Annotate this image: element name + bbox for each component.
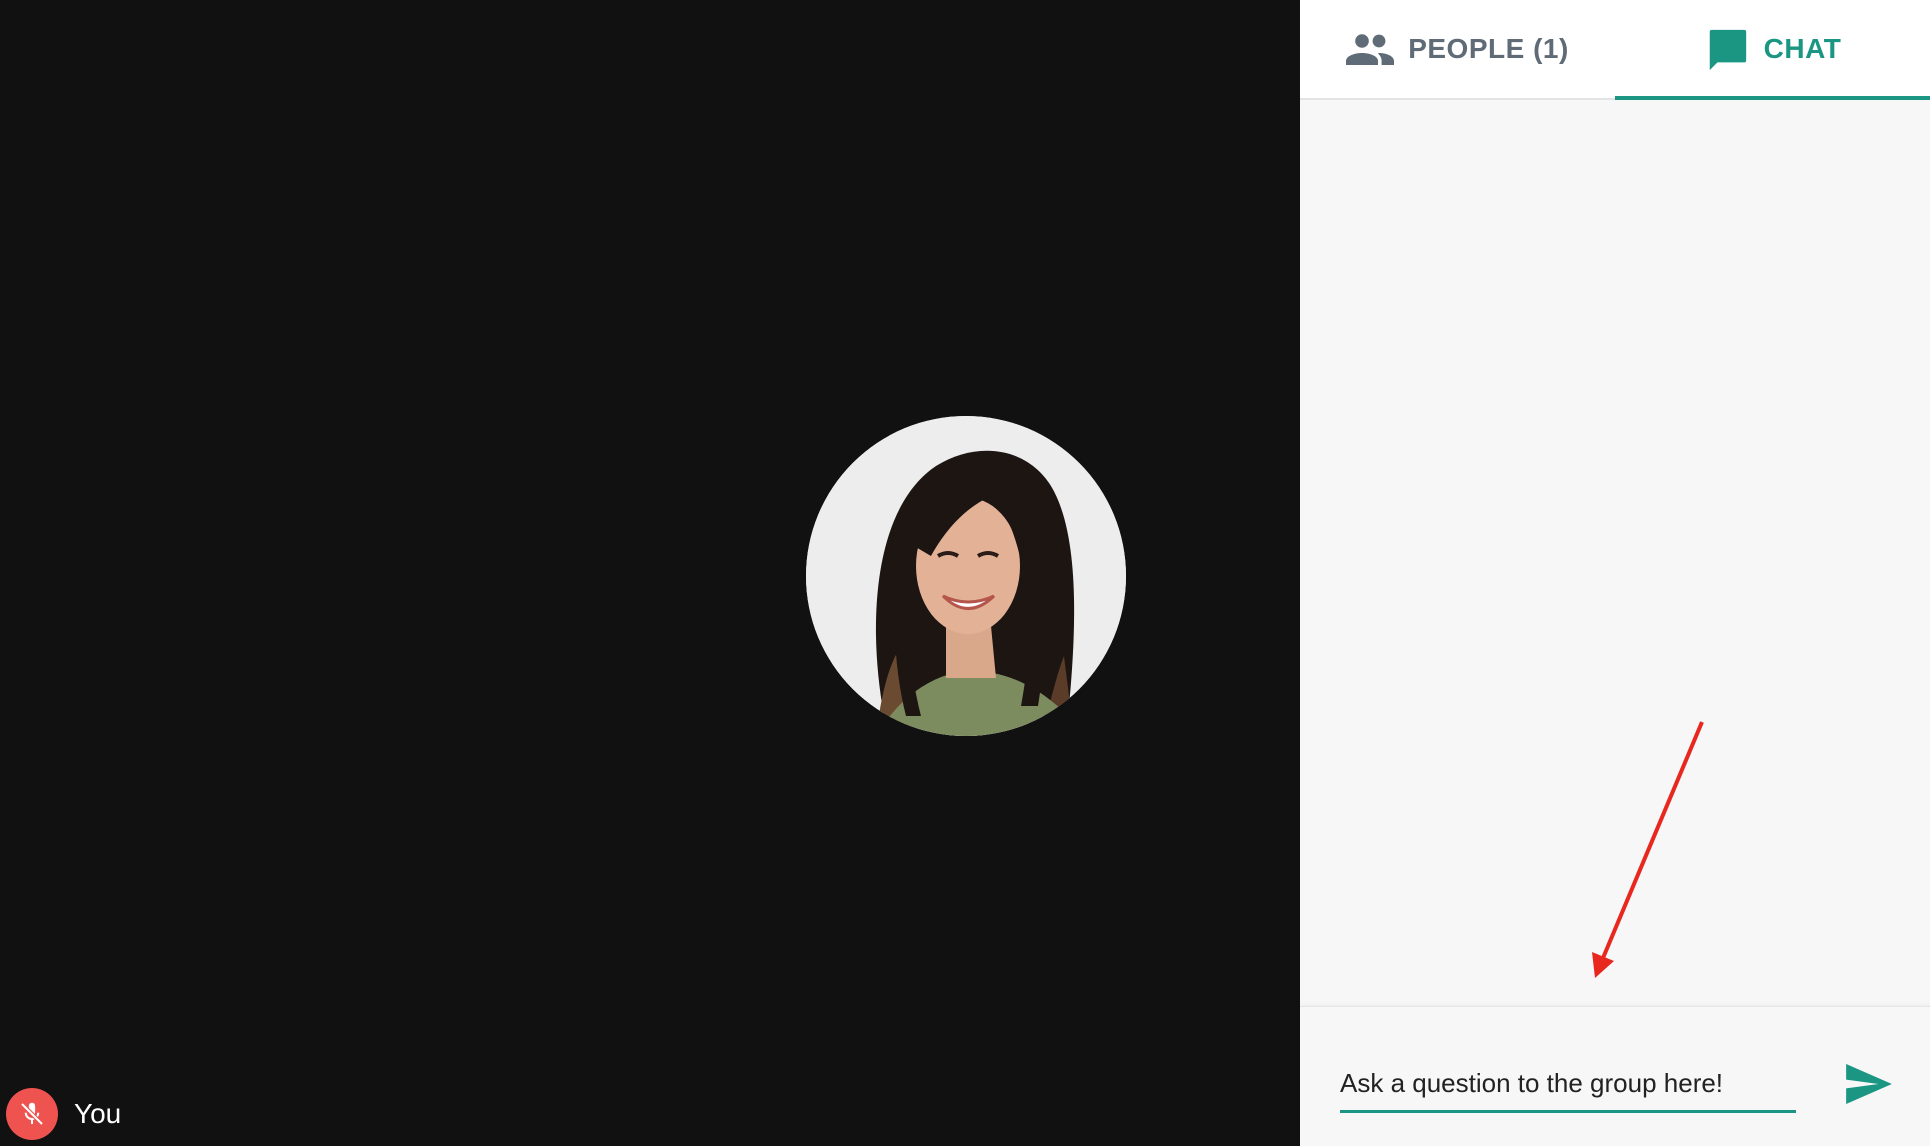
video-stage: You: [0, 0, 1300, 1146]
mute-toggle-button[interactable]: [6, 1088, 58, 1140]
participant-avatar: [806, 416, 1126, 736]
mic-off-icon: [20, 1102, 44, 1126]
self-name-label: You: [74, 1098, 122, 1129]
tab-people-label: PEOPLE (1): [1408, 33, 1569, 64]
video-call-app: You PEOPLE (1) CHAT: [0, 0, 1930, 1146]
tab-chat[interactable]: CHAT: [1615, 0, 1930, 100]
people-icon: [1346, 34, 1395, 65]
panel-tabs: PEOPLE (1) CHAT: [1300, 0, 1930, 100]
send-button[interactable]: [1844, 1059, 1894, 1109]
tab-people[interactable]: PEOPLE (1): [1300, 0, 1615, 98]
participant-photo: [806, 416, 1126, 736]
tab-chat-label: CHAT: [1763, 33, 1842, 64]
chat-message-list: [1300, 100, 1930, 1006]
self-view-label: You: [6, 1088, 121, 1140]
chat-composer: [1300, 1006, 1930, 1146]
chat-message-input[interactable]: [1340, 1057, 1796, 1113]
send-icon: [1846, 1064, 1892, 1104]
side-panel: PEOPLE (1) CHAT: [1300, 0, 1930, 1146]
annotation-arrow: [1592, 721, 1704, 978]
chat-bubble-icon: [1709, 29, 1746, 71]
